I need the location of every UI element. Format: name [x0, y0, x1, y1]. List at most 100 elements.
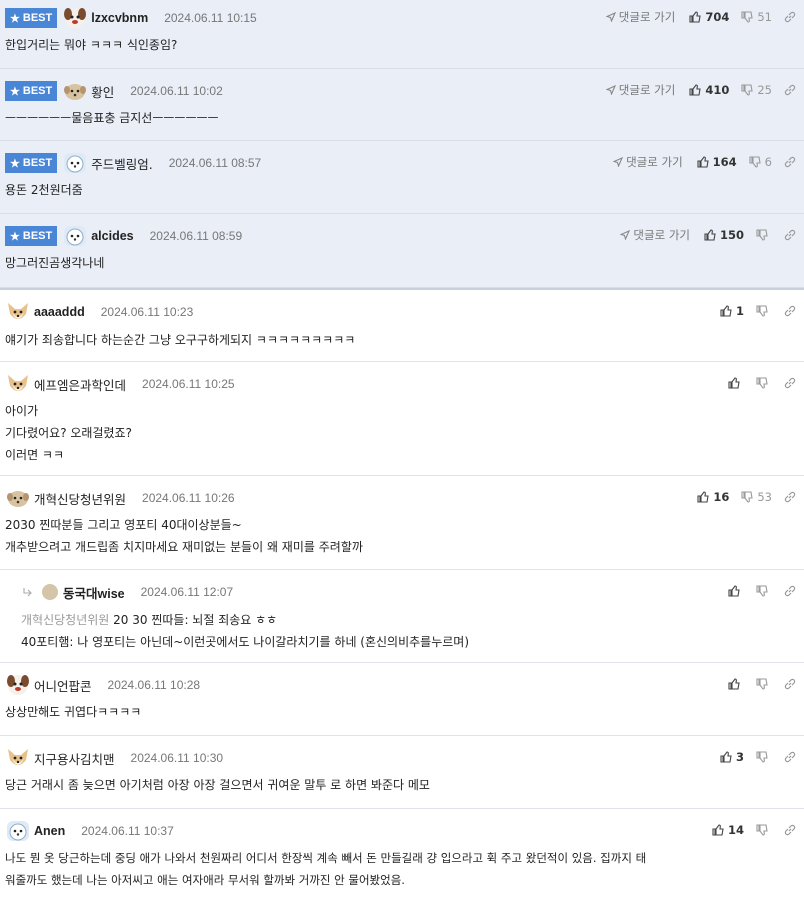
- comment-date: 2024.06.11 10:26: [142, 491, 235, 505]
- thumbs-up-icon: [720, 305, 732, 317]
- comment-nickname[interactable]: lzxcvbnm: [91, 11, 148, 25]
- upvote-button[interactable]: 150: [704, 228, 744, 242]
- thumbs-up-icon: [720, 751, 732, 763]
- link-icon[interactable]: [784, 156, 796, 168]
- link-icon[interactable]: [784, 751, 796, 763]
- comment-nickname[interactable]: 에프엠은과학인데: [34, 375, 126, 394]
- upvote-button[interactable]: 14: [712, 823, 744, 837]
- link-icon[interactable]: [784, 585, 796, 597]
- link-icon[interactable]: [784, 377, 796, 389]
- upvote-button[interactable]: 16: [697, 490, 729, 504]
- reply-arrow-icon: [22, 587, 32, 597]
- downvote-button[interactable]: [756, 678, 772, 690]
- avatar[interactable]: [62, 79, 88, 103]
- comment-actions: 3: [720, 746, 796, 768]
- link-icon[interactable]: [784, 491, 796, 503]
- avatar[interactable]: [5, 300, 31, 324]
- upvote-button[interactable]: 410: [689, 83, 729, 97]
- avatar[interactable]: [5, 372, 31, 396]
- star-icon: ★: [10, 12, 20, 25]
- avatar[interactable]: [62, 224, 88, 248]
- avatar[interactable]: [38, 580, 60, 604]
- comment-date: 2024.06.11 10:15: [164, 11, 257, 25]
- comment-item: Anen 2024.06.11 10:37 14 나도 뭔 옷 당근하는데 중딩…: [0, 809, 804, 905]
- upvote-button[interactable]: 1: [720, 304, 744, 318]
- comment-body: 개혁신당청년위원 20 30 찐따들: 뇌절 죄송요 ㅎㅎ 40포티햄: 나 영…: [21, 613, 470, 649]
- downvote-button[interactable]: [756, 585, 772, 597]
- avatar[interactable]: [5, 819, 31, 843]
- arrow-icon: [613, 157, 624, 167]
- star-icon: ★: [10, 85, 20, 98]
- avatar[interactable]: [5, 673, 31, 697]
- thumbs-down-icon: [741, 11, 754, 23]
- upvote-button[interactable]: 3: [720, 750, 744, 764]
- downvote-button[interactable]: 6: [749, 155, 772, 169]
- downvote-button[interactable]: [756, 305, 772, 317]
- thumbs-up-icon: [689, 84, 701, 96]
- avatar[interactable]: [62, 6, 88, 30]
- comment-header: ★ BEST lzxcvbnm 2024.06.11 10:15 댓글로 가기 7…: [5, 6, 804, 30]
- comment-body: 나도 뭔 옷 당근하는데 중딩 애가 나와서 천원짜리 어디서 한장씩 계속 빼…: [5, 851, 647, 887]
- comment-actions: 댓글로 가기 164 6: [613, 151, 796, 173]
- upvote-button[interactable]: [728, 585, 744, 597]
- upvote-button[interactable]: 164: [697, 155, 737, 169]
- goto-comment-link[interactable]: 댓글로 가기: [605, 9, 675, 25]
- goto-comment-link[interactable]: 댓글로 가기: [620, 227, 690, 243]
- comment-nickname[interactable]: 지구용사김치맨: [34, 749, 115, 768]
- comment-nickname[interactable]: 어니언팝콘: [34, 676, 92, 695]
- comment-nickname[interactable]: 주드벨링엄.: [91, 154, 152, 173]
- downvote-button[interactable]: [756, 229, 772, 241]
- comment-actions: 댓글로 가기 150: [620, 224, 796, 246]
- thumbs-up-icon: [728, 585, 740, 597]
- link-icon[interactable]: [784, 678, 796, 690]
- comment-date: 2024.06.11 08:57: [168, 156, 262, 170]
- avatar[interactable]: [5, 746, 31, 770]
- thumbs-up-icon: [728, 678, 740, 690]
- comment-item: aaaaddd 2024.06.11 10:23 1 얘기가 죄송합니다 하는순…: [0, 288, 804, 362]
- comment-nickname[interactable]: Anen: [34, 824, 65, 838]
- comment-header: 에프엠은과학인데 2024.06.11 10:25: [5, 372, 804, 396]
- best-badge: ★ BEST: [5, 8, 58, 28]
- downvote-button[interactable]: [756, 824, 772, 836]
- link-icon[interactable]: [784, 229, 796, 241]
- downvote-button[interactable]: 25: [741, 83, 772, 97]
- thumbs-up-icon: [712, 824, 724, 836]
- downvote-button[interactable]: [756, 751, 772, 763]
- comment-actions: 1: [720, 300, 796, 322]
- comment-nickname[interactable]: 황인: [91, 82, 114, 101]
- comment-item: 어니언팝콘 2024.06.11 10:28 상상만해도 귀엽다ㅋㅋㅋㅋ: [0, 663, 804, 736]
- link-icon[interactable]: [784, 305, 796, 317]
- comment-header: Anen 2024.06.11 10:37 14: [5, 819, 804, 843]
- comment-item: ★ BEST 주드벨링엄. 2024.06.11 08:57 댓글로 가기 164…: [0, 141, 804, 214]
- goto-comment-link[interactable]: 댓글로 가기: [613, 154, 683, 170]
- comment-date: 2024.06.11 10:02: [130, 84, 223, 98]
- comment-header: ★ BEST 주드벨링엄. 2024.06.11 08:57 댓글로 가기 164…: [5, 151, 804, 175]
- downvote-button[interactable]: 53: [741, 490, 772, 504]
- comment-item: 에프엠은과학인데 2024.06.11 10:25 아이가 기다렸어요? 오래걸…: [0, 362, 804, 476]
- thumbs-down-icon: [756, 751, 768, 763]
- comment-nickname[interactable]: alcides: [91, 229, 133, 243]
- thumbs-down-icon: [756, 377, 768, 389]
- comment-body: 당근 거래시 좀 늦으면 아기처럼 아장 아장 걸으면서 귀여운 말투 로 하면…: [5, 778, 430, 792]
- comment-date: 2024.06.11 08:59: [149, 229, 243, 243]
- quoted-nickname[interactable]: 개혁신당청년위원: [21, 613, 109, 627]
- comment-body: 상상만해도 귀엽다ㅋㅋㅋㅋ: [5, 705, 142, 719]
- goto-comment-link[interactable]: 댓글로 가기: [605, 82, 675, 98]
- avatar[interactable]: [62, 151, 88, 175]
- downvote-button[interactable]: 51: [741, 10, 772, 24]
- comment-item: 개혁신당청년위원 2024.06.11 10:26 16 53 2030 찐따분…: [0, 476, 804, 570]
- thumbs-down-icon: [741, 491, 754, 503]
- comment-nickname[interactable]: aaaaddd: [34, 305, 85, 319]
- link-icon[interactable]: [784, 84, 796, 96]
- link-icon[interactable]: [784, 824, 796, 836]
- upvote-button[interactable]: [728, 678, 744, 690]
- link-icon[interactable]: [784, 11, 796, 23]
- upvote-button[interactable]: [728, 377, 744, 389]
- comment-date: 2024.06.11 10:28: [107, 678, 201, 692]
- avatar[interactable]: [5, 486, 31, 510]
- comment-nickname[interactable]: 개혁신당청년위원: [34, 489, 126, 508]
- comment-nickname[interactable]: 동국대wise: [63, 583, 125, 602]
- downvote-button[interactable]: [756, 377, 772, 389]
- comment-body: 얘기가 죄송합니다 하는순간 그냥 오구구하게되지 ㅋㅋㅋㅋㅋㅋㅋㅋㅋ: [5, 333, 356, 347]
- upvote-button[interactable]: 704: [689, 10, 729, 24]
